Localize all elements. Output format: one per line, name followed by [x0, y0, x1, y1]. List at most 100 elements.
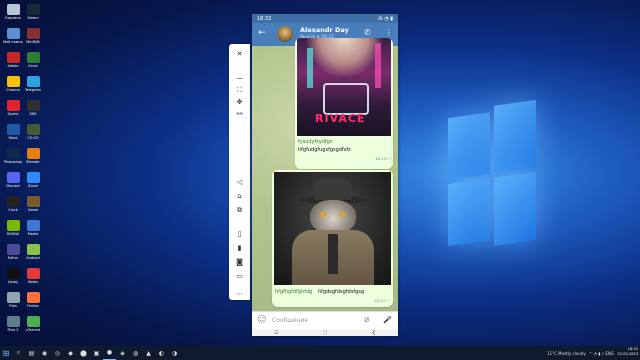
message-bubble[interactable]: hfgfhgfdfghfdg hfgdsgfdsgfdsfgsg 18:17 ✓… — [272, 170, 393, 307]
home-nav-icon[interactable]: ▢ — [323, 330, 328, 336]
taskbar-app-icon[interactable]: ▤ — [25, 346, 38, 360]
phone-icon[interactable]: ▮ — [229, 242, 250, 254]
message-link[interactable]: hfgfhgfdfghfdg — [275, 289, 312, 295]
taskbar-app-icon[interactable]: ◑ — [168, 346, 181, 360]
desktop-icon-label: Steam — [27, 16, 39, 20]
read-check-icon: ✓✓ — [386, 156, 393, 161]
desktop-icon-image — [27, 148, 40, 159]
desktop-icon-image — [7, 268, 20, 279]
taskbar-app-icon[interactable]: ◉ — [38, 346, 51, 360]
tie-shape — [328, 234, 338, 274]
desktop-icon-label: Мой компьютер — [3, 40, 23, 44]
phone-window: 18:32 ⁂ ◔ ▮ ← Alexandr Day был(а) в 19:2… — [252, 14, 398, 336]
desktop-icon-image — [7, 100, 20, 111]
desktop-icon-image — [27, 292, 40, 303]
message-image[interactable] — [274, 172, 391, 285]
avatar[interactable] — [277, 26, 293, 42]
desktop-icon-label: Корзина — [5, 16, 21, 20]
desktop-icon-label: Files 2 — [7, 328, 19, 332]
menu-icon[interactable]: ⋮ — [385, 28, 393, 37]
taskbar-app-icon[interactable]: ⌕ — [12, 346, 25, 360]
clock[interactable]: 18:32 22.03.2023 — [617, 347, 638, 357]
neon-stripe-left — [307, 48, 313, 88]
link-icon[interactable]: ⚯ — [229, 108, 250, 120]
neon-stripe-right — [375, 43, 381, 88]
desktop-icon-image — [7, 4, 20, 15]
desktop-icon-image — [27, 52, 40, 63]
microphone-icon[interactable]: 🎤 — [383, 316, 392, 324]
desktop-icon-label: Game — [27, 208, 39, 212]
desktop-icon-label: Blender — [26, 160, 40, 164]
desktop-icon-label: Excel — [28, 64, 38, 68]
desktop-icon-image — [27, 4, 40, 15]
desktop-icon-label: Zoom — [27, 184, 39, 188]
message-text: hfgdsgfdsgfdsfgsg — [318, 289, 365, 295]
emulator-toolbar: ✕ — ⛶ ✥ ⚯ ◁ ⌂ ⧉ ▯ ▮ ◙ ▭ ⋯ — [229, 44, 250, 300]
pin-icon[interactable]: ✥ — [229, 96, 250, 108]
taskbar-app-icon[interactable]: ◍ — [129, 346, 142, 360]
desktop-icon-label: Firefox — [27, 304, 39, 308]
more-icon[interactable]: ⋯ — [229, 288, 250, 300]
start-button[interactable]: ⊞ — [0, 346, 12, 360]
message-image[interactable]: RIVACE — [297, 38, 391, 136]
taskbar: ⊞ ⌕ ▤ ◉ ◎ ◆ ⬤ ▣ ● ◈ ◍ ▲ ◐ ◑ 11°C Mostly cloudy ⌃ ◔ ▮… — [0, 346, 640, 360]
desktop-icon-label: Photoshop — [3, 160, 23, 164]
message-input-bar: ☺ Сообщение ⌀ 🎤 — [252, 311, 398, 330]
taskbar-app-icon[interactable]: ▣ — [90, 346, 103, 360]
desktop-icon-label: WinRAR — [26, 40, 40, 44]
tray-icons[interactable]: ⌃ ◔ ▮ ♪ ENG — [589, 351, 614, 356]
emoji-icon[interactable]: ☺ — [257, 315, 266, 325]
desktop-icon-image — [27, 220, 40, 231]
read-check-icon: ✓✓ — [384, 298, 391, 303]
taskbar-app-icon[interactable]: ▲ — [142, 346, 155, 360]
back-arrow-icon[interactable]: ← — [258, 28, 266, 38]
hair-shape — [305, 38, 383, 78]
volume-icon[interactable]: ◁ — [229, 176, 250, 188]
overview-icon[interactable]: ⧉ — [229, 204, 250, 216]
desktop-icon-label: uTorrent — [25, 328, 41, 332]
chat-area[interactable]: RIVACE fysudyfsydfgs hfgfudgfugsfgsgdfsf… — [252, 38, 398, 311]
minimize-icon[interactable]: — — [229, 72, 250, 84]
attach-icon[interactable]: ⌀ — [364, 315, 369, 325]
camera-icon[interactable]: ◙ — [229, 256, 250, 268]
call-icon[interactable]: ✆ — [364, 28, 371, 37]
android-nav-bar: ☰ ▢ ❮ — [252, 329, 398, 336]
folder-icon[interactable]: ▭ — [229, 270, 250, 282]
taskbar-app-icon[interactable]: ◆ — [64, 346, 77, 360]
desktop-icons: Корзина Steam Мой компьютерWinRAR Adobe Exce… — [0, 0, 42, 346]
desktop-icon-label: Chrome — [6, 88, 20, 92]
desktop-icon-image — [7, 316, 20, 327]
desktop-icon-label: CS:GO — [27, 136, 39, 140]
taskbar-app-icon[interactable]: ◎ — [51, 346, 64, 360]
desktop-icon-image — [7, 292, 20, 303]
message-bubble[interactable]: RIVACE fysudyfsydfgs hfgfudgfugsfgsgdfsf… — [295, 38, 393, 169]
taskbar-app-icon[interactable]: ● — [103, 346, 116, 360]
taskbar-app-icon[interactable]: ⬤ — [77, 346, 90, 360]
desktop-icon-image — [7, 220, 20, 231]
taskbar-app-icon[interactable]: ◈ — [116, 346, 129, 360]
fullscreen-icon[interactable]: ⛶ — [229, 84, 250, 96]
message-link[interactable]: fysudyfsydfgs — [298, 139, 333, 145]
chat-title[interactable]: Alexandr Day — [300, 26, 349, 34]
cat-eye-right — [339, 212, 346, 217]
desktop-icon-image — [27, 172, 40, 183]
desktop-icon-image — [7, 244, 20, 255]
weather-widget[interactable]: 11°C Mostly cloudy — [547, 351, 586, 356]
desktop-icon-label: Clock — [8, 208, 18, 212]
close-icon[interactable]: ✕ — [229, 48, 250, 60]
desktop-icon-image — [27, 196, 40, 207]
desktop-icon-label: OBS — [29, 112, 37, 116]
desktop-icon-image — [27, 244, 40, 255]
desktop-icon-label: Editor — [7, 256, 19, 260]
desktop-icon-image — [7, 196, 20, 207]
desktop-icon-image — [7, 52, 20, 63]
recents-icon[interactable]: ☰ — [274, 330, 278, 336]
back-nav-icon[interactable]: ❮ — [372, 330, 376, 336]
tablet-icon[interactable]: ▯ — [229, 228, 250, 240]
desktop-icon-label: Telegram — [24, 88, 42, 92]
clock-date: 22.03.2023 — [617, 352, 638, 356]
taskbar-app-icon[interactable]: ◐ — [155, 346, 168, 360]
home-icon[interactable]: ⌂ — [229, 190, 250, 202]
desktop-icon-image — [27, 316, 40, 327]
message-input[interactable]: Сообщение — [272, 317, 308, 324]
